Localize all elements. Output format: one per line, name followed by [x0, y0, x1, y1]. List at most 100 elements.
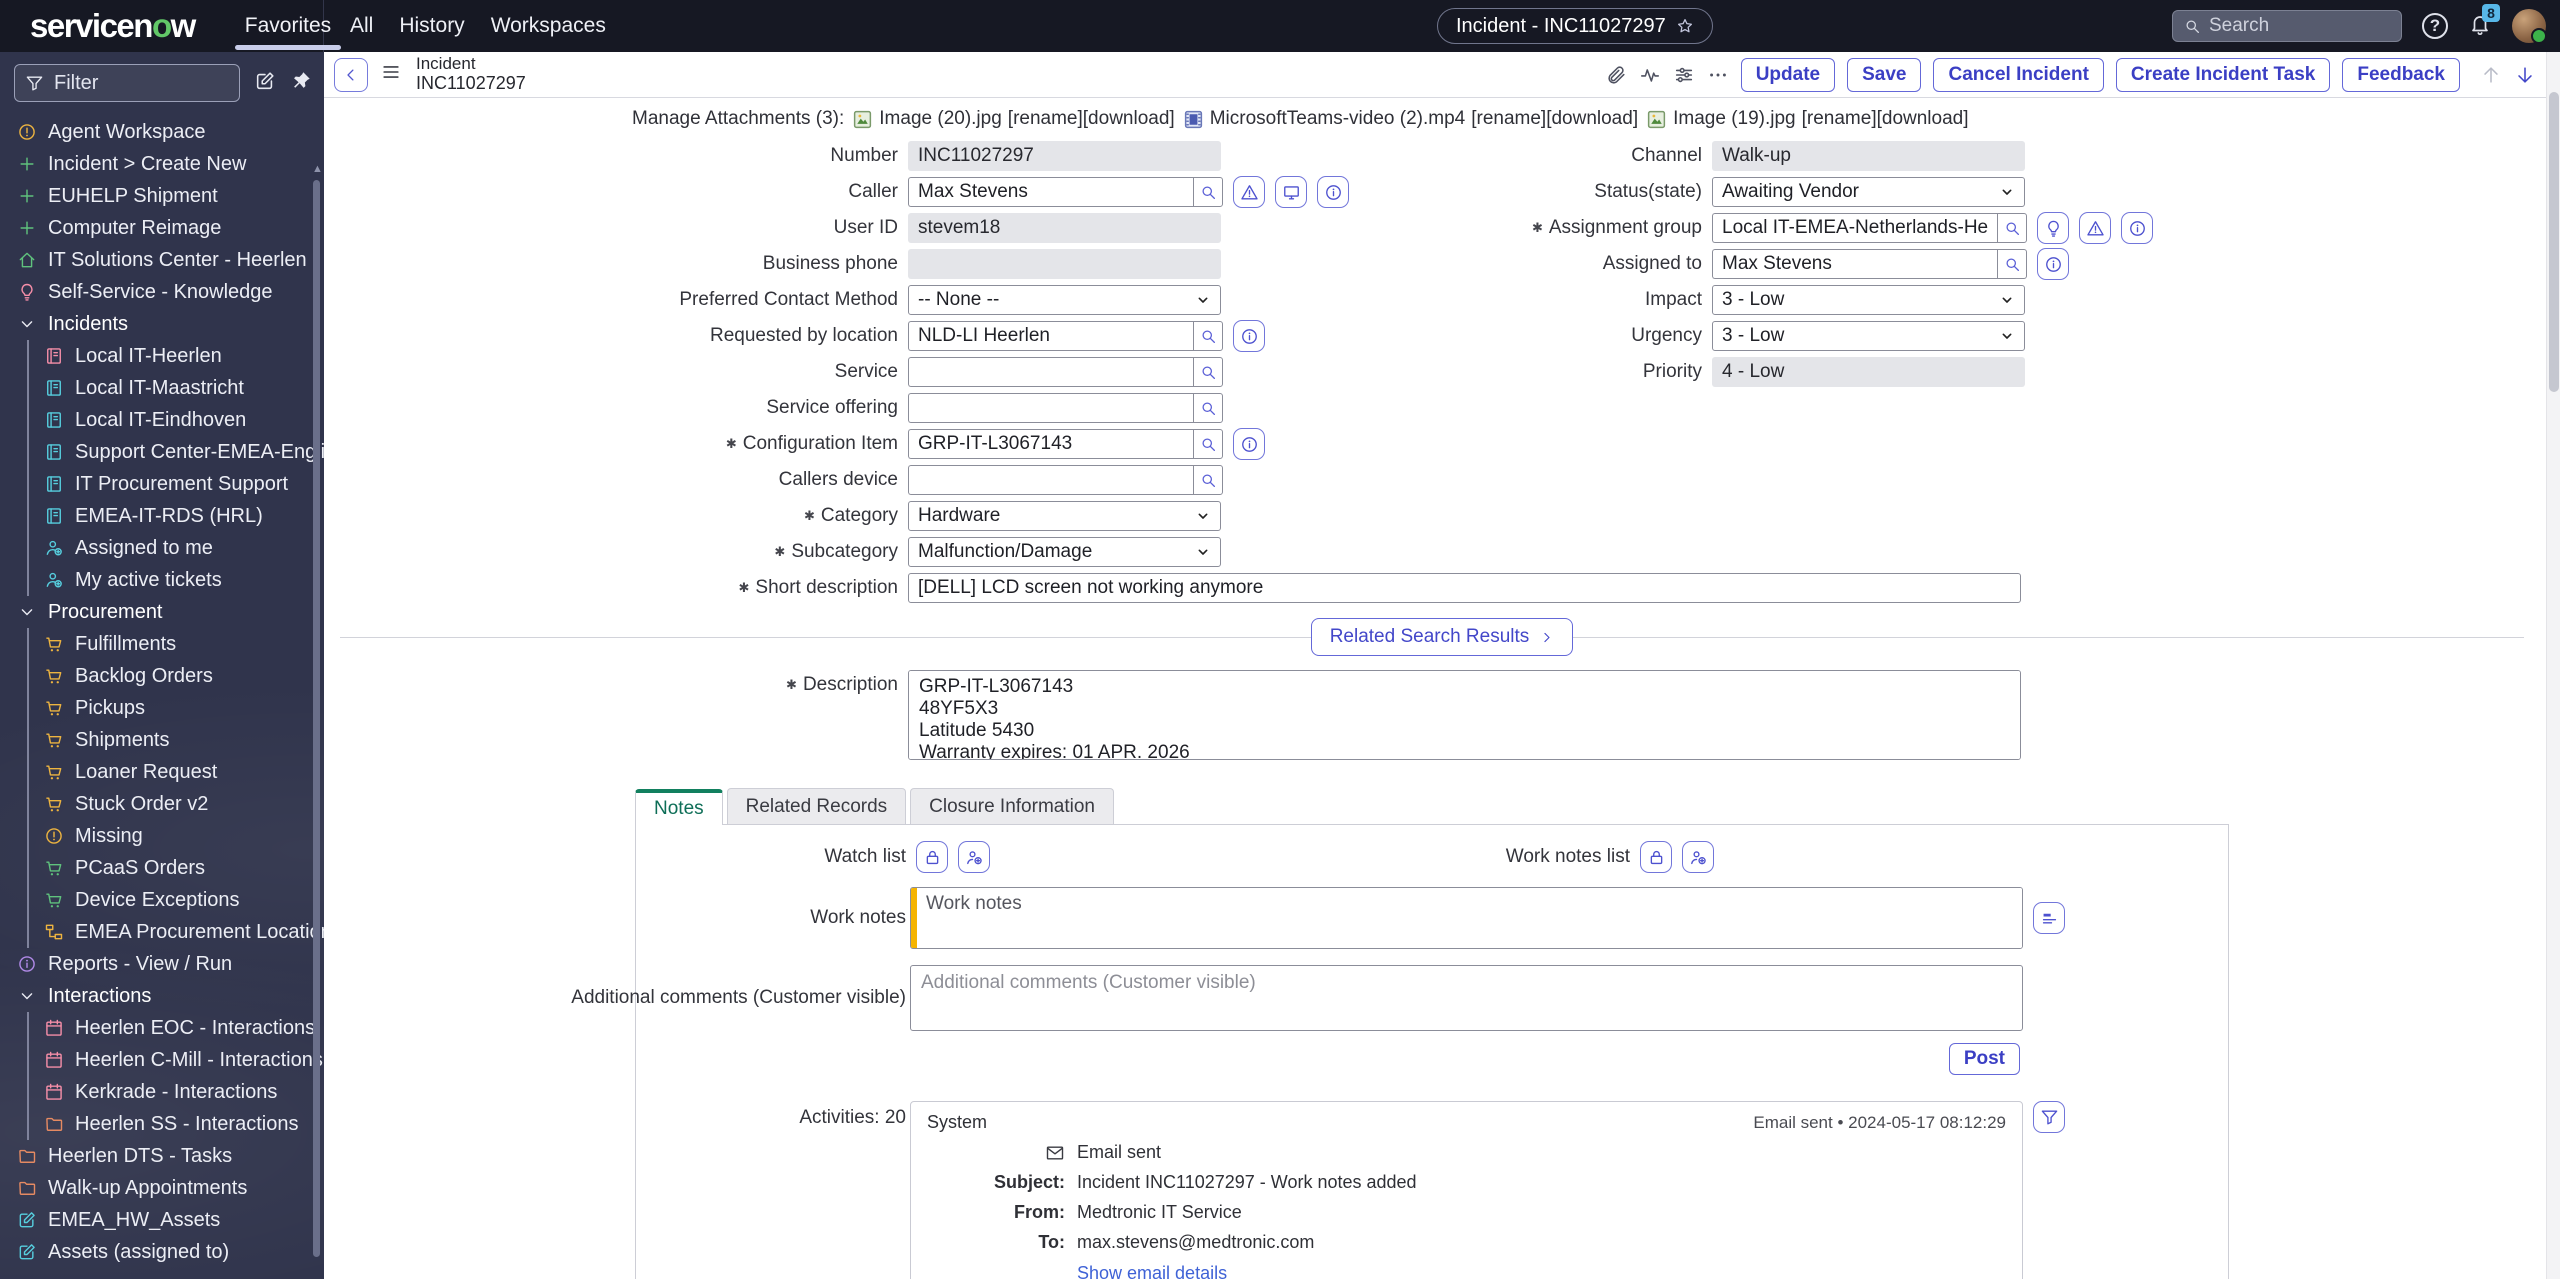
sidebar-group-incidents[interactable]: Incidents: [0, 308, 324, 340]
caller-lookup-button[interactable]: [1193, 177, 1223, 207]
service-offering-lookup-button[interactable]: [1193, 393, 1223, 423]
sidebar-item-backlog-orders[interactable]: Backlog Orders: [29, 660, 324, 692]
main-scrollbar[interactable]: [2546, 52, 2560, 1279]
work-notes-list-lock-button[interactable]: [1640, 841, 1672, 873]
description-textarea[interactable]: GRP-IT-L3067143 48YF5X3 Latitude 5430 Wa…: [908, 670, 2021, 760]
attachment-actions[interactable]: [rename][download]: [1008, 108, 1175, 130]
next-record-button[interactable]: [2514, 64, 2536, 86]
service-lookup-button[interactable]: [1193, 357, 1223, 387]
watch-list-lock-button[interactable]: [916, 841, 948, 873]
save-button[interactable]: Save: [1847, 57, 1922, 92]
nav-workspaces[interactable]: Workspaces: [491, 14, 606, 38]
caller-devices-button[interactable]: [1275, 176, 1307, 208]
attachments-button[interactable]: [1605, 64, 1627, 86]
sidebar-item-support-center-emea[interactable]: Support Center-EMEA-English: [29, 436, 324, 468]
response-template-button[interactable]: [2033, 902, 2065, 934]
work-notes-list-add-me-button[interactable]: [1682, 841, 1714, 873]
assignment-group-lookup-button[interactable]: [1997, 213, 2027, 243]
sidebar-item-heerlen-cmill-interactions[interactable]: Heerlen C-Mill - Interactions: [29, 1044, 324, 1076]
feedback-button[interactable]: Feedback: [2342, 57, 2460, 92]
context-pill[interactable]: Incident - INC11027297: [1437, 8, 1713, 44]
additional-comments-textarea[interactable]: [910, 965, 2023, 1031]
sidebar-item-pickups[interactable]: Pickups: [29, 692, 324, 724]
activity-filter-button[interactable]: [2033, 1101, 2065, 1133]
scroll-up-arrow[interactable]: ▲: [312, 164, 323, 175]
caller-warning-button[interactable]: [1233, 176, 1265, 208]
sidebar-item-assigned-to-me[interactable]: Assigned to me: [29, 532, 324, 564]
assignment-group-input[interactable]: [1712, 213, 1997, 243]
sidebar-item-shipments[interactable]: Shipments: [29, 724, 324, 756]
attachment-file[interactable]: Image (19).jpg [rename][download]: [1646, 108, 1969, 130]
sidebar-item-walkup-appointments[interactable]: Walk-up Appointments: [0, 1172, 324, 1204]
sidebar-item-it-procurement-support[interactable]: IT Procurement Support: [29, 468, 324, 500]
previous-record-button[interactable]: [2480, 64, 2502, 86]
watch-list-add-me-button[interactable]: [958, 841, 990, 873]
filter-field[interactable]: [14, 64, 240, 102]
sidebar-item-stuck-order-v2[interactable]: Stuck Order v2: [29, 788, 324, 820]
personalize-form-button[interactable]: [1673, 64, 1695, 86]
attachment-actions[interactable]: [rename][download]: [1471, 108, 1638, 130]
edit-navigator-button[interactable]: [254, 70, 276, 97]
sidebar-item-incident-create-new[interactable]: Incident > Create New: [0, 148, 324, 180]
notifications-button[interactable]: 8: [2468, 3, 2500, 41]
create-incident-task-button[interactable]: Create Incident Task: [2115, 57, 2331, 92]
back-button[interactable]: [334, 57, 368, 92]
manage-attachments-link[interactable]: Manage Attachments (3):: [632, 108, 844, 130]
sidebar-scrollbar[interactable]: ▲: [312, 164, 323, 1273]
category-select[interactable]: Hardware: [908, 501, 1221, 531]
post-button[interactable]: Post: [1948, 1043, 2020, 1075]
cancel-incident-button[interactable]: Cancel Incident: [1933, 57, 2104, 92]
work-notes-textarea[interactable]: [917, 888, 2022, 948]
preferred-contact-method-select[interactable]: -- None --: [908, 285, 1221, 315]
sidebar-group-procurement[interactable]: Procurement: [0, 596, 324, 628]
sidebar-item-heerlen-ss-interactions[interactable]: Heerlen SS - Interactions: [29, 1108, 324, 1140]
subcategory-select[interactable]: Malfunction/Damage: [908, 537, 1221, 567]
tab-closure-information[interactable]: Closure Information: [910, 788, 1114, 824]
assignment-group-warning-button[interactable]: [2079, 212, 2111, 244]
sidebar-item-device-exceptions[interactable]: Device Exceptions: [29, 884, 324, 916]
status-state-select[interactable]: Awaiting Vendor: [1712, 177, 2025, 207]
form-context-menu[interactable]: [380, 61, 402, 88]
urgency-select[interactable]: 3 - Low: [1712, 321, 2025, 351]
sidebar-item-it-solutions-center[interactable]: IT Solutions Center - Heerlen: [0, 244, 324, 276]
callers-device-lookup-button[interactable]: [1193, 465, 1223, 495]
tab-related-records[interactable]: Related Records: [726, 788, 907, 824]
assignment-group-suggest-button[interactable]: [2037, 212, 2069, 244]
activity-stream-button[interactable]: [1639, 64, 1661, 86]
caller-info-button[interactable]: [1317, 176, 1349, 208]
sidebar-group-interactions[interactable]: Interactions: [0, 980, 324, 1012]
sidebar-item-heerlen-eoc-interactions[interactable]: Heerlen EOC - Interactions: [29, 1012, 324, 1044]
main-scroll-thumb[interactable]: [2549, 92, 2559, 392]
show-email-details-link[interactable]: Show email details: [1077, 1263, 2006, 1279]
configuration-item-lookup-button[interactable]: [1193, 429, 1223, 459]
attachment-actions[interactable]: [rename][download]: [1802, 108, 1969, 130]
search-input[interactable]: [2209, 15, 2369, 37]
sidebar-item-emea-it-rds[interactable]: EMEA-IT-RDS (HRL): [29, 500, 324, 532]
star-icon[interactable]: [1676, 17, 1694, 35]
more-options-button[interactable]: [1707, 64, 1729, 86]
sidebar-item-pcaas-orders[interactable]: PCaaS Orders: [29, 852, 324, 884]
sidebar-item-self-service-knowledge[interactable]: Self-Service - Knowledge: [0, 276, 324, 308]
nav-all[interactable]: All: [350, 14, 373, 38]
sidebar-item-my-active-tickets[interactable]: My active tickets: [29, 564, 324, 596]
assigned-to-lookup-button[interactable]: [1997, 249, 2027, 279]
sidebar-item-local-it-eindhoven[interactable]: Local IT-Eindhoven: [29, 404, 324, 436]
configuration-item-input[interactable]: [908, 429, 1193, 459]
service-input[interactable]: [908, 357, 1193, 387]
sidebar-item-reports-view-run[interactable]: Reports - View / Run: [0, 948, 324, 980]
attachment-file[interactable]: Image (20).jpg [rename][download]: [852, 108, 1175, 130]
attachment-file[interactable]: MicrosoftTeams-video (2).mp4 [rename][do…: [1183, 108, 1638, 130]
location-lookup-button[interactable]: [1193, 321, 1223, 351]
sidebar-item-fulfillments[interactable]: Fulfillments: [29, 628, 324, 660]
filter-input[interactable]: [54, 71, 154, 95]
sidebar-item-emea-hw-assets[interactable]: EMEA_HW_Assets: [0, 1204, 324, 1236]
configuration-item-info-button[interactable]: [1233, 428, 1265, 460]
caller-input[interactable]: [908, 177, 1193, 207]
sidebar-item-computer-reimage[interactable]: Computer Reimage: [0, 212, 324, 244]
related-search-results-button[interactable]: Related Search Results: [1310, 618, 1574, 656]
sidebar-item-missing[interactable]: Missing: [29, 820, 324, 852]
sidebar-scroll-thumb[interactable]: [313, 180, 320, 1257]
service-offering-input[interactable]: [908, 393, 1193, 423]
pin-navigator-button[interactable]: [290, 70, 312, 97]
short-description-input[interactable]: [908, 573, 2021, 603]
